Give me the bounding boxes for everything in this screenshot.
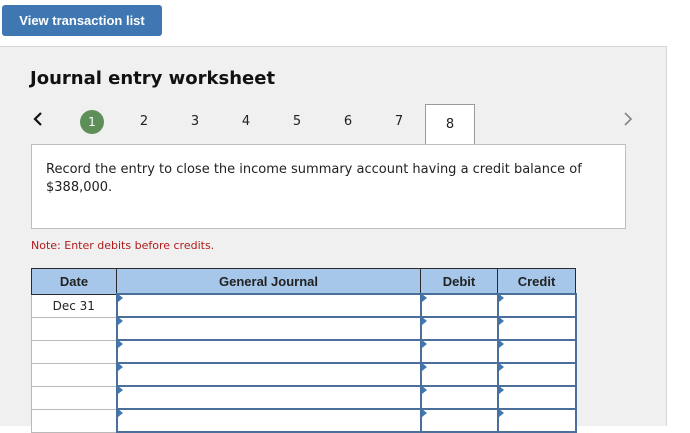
debit-column-header: Debit [420, 268, 498, 295]
account-input[interactable] [115, 316, 422, 341]
tab-8[interactable]: 8 [425, 104, 475, 144]
table-row [31, 316, 577, 341]
dropdown-marker-icon [117, 409, 123, 417]
credit-column-header: Credit [497, 268, 576, 295]
date-cell [31, 408, 117, 433]
journal-worksheet-panel: Journal entry worksheet 1 2 3 4 5 6 7 8 … [0, 46, 667, 433]
credit-input[interactable] [496, 339, 577, 364]
chevron-right-icon[interactable] [618, 107, 638, 131]
tab-5[interactable]: 5 [284, 109, 310, 133]
dropdown-marker-icon [117, 386, 123, 394]
credit-input[interactable] [496, 316, 577, 341]
credit-input[interactable] [496, 408, 577, 433]
dropdown-marker-icon [421, 386, 427, 394]
journal-table: Date General Journal Debit Credit Dec 31 [31, 268, 577, 433]
table-header-row: Date General Journal Debit Credit [31, 268, 576, 295]
dropdown-marker-icon [117, 294, 123, 302]
dropdown-marker-icon [421, 340, 427, 348]
debit-input[interactable] [419, 293, 499, 318]
table-row [31, 385, 577, 410]
date-cell [31, 385, 117, 410]
dropdown-marker-icon [117, 317, 123, 325]
table-row [31, 408, 577, 433]
dropdown-marker-icon [498, 363, 504, 371]
note-text: Note: Enter debits before credits. [31, 239, 215, 252]
tab-7[interactable]: 7 [386, 109, 412, 133]
credit-input[interactable] [496, 293, 577, 318]
instruction-box: Record the entry to close the income sum… [31, 144, 626, 229]
general-journal-column-header: General Journal [116, 268, 421, 295]
chevron-left-icon[interactable] [28, 107, 48, 131]
view-transaction-list-button[interactable]: View transaction list [2, 5, 162, 36]
tab-2[interactable]: 2 [131, 109, 157, 133]
account-input[interactable] [115, 293, 422, 318]
account-input[interactable] [115, 408, 422, 433]
dropdown-marker-icon [498, 386, 504, 394]
credit-input[interactable] [496, 385, 577, 410]
dropdown-marker-icon [498, 340, 504, 348]
date-cell [31, 316, 117, 341]
debit-input[interactable] [419, 362, 499, 387]
table-row [31, 362, 577, 387]
dropdown-marker-icon [421, 363, 427, 371]
debit-input[interactable] [419, 316, 499, 341]
dropdown-marker-icon [498, 317, 504, 325]
credit-input[interactable] [496, 362, 577, 387]
debit-input[interactable] [419, 408, 499, 433]
date-cell: Dec 31 [31, 293, 117, 318]
instruction-text: Record the entry to close the income sum… [46, 162, 582, 195]
date-cell [31, 362, 117, 387]
account-input[interactable] [115, 385, 422, 410]
dropdown-marker-icon [421, 317, 427, 325]
dropdown-marker-icon [421, 409, 427, 417]
table-row [31, 339, 577, 364]
date-cell [31, 339, 117, 364]
dropdown-marker-icon [498, 294, 504, 302]
tab-1[interactable]: 1 [80, 110, 104, 134]
table-row: Dec 31 [31, 293, 577, 318]
date-column-header: Date [31, 268, 117, 295]
account-input[interactable] [115, 339, 422, 364]
account-input[interactable] [115, 362, 422, 387]
tab-3[interactable]: 3 [182, 109, 208, 133]
dropdown-marker-icon [421, 294, 427, 302]
debit-input[interactable] [419, 385, 499, 410]
worksheet-title: Journal entry worksheet [30, 68, 276, 89]
tab-4[interactable]: 4 [233, 109, 259, 133]
dropdown-marker-icon [117, 340, 123, 348]
debit-input[interactable] [419, 339, 499, 364]
tab-6[interactable]: 6 [335, 109, 361, 133]
dropdown-marker-icon [498, 409, 504, 417]
dropdown-marker-icon [117, 363, 123, 371]
